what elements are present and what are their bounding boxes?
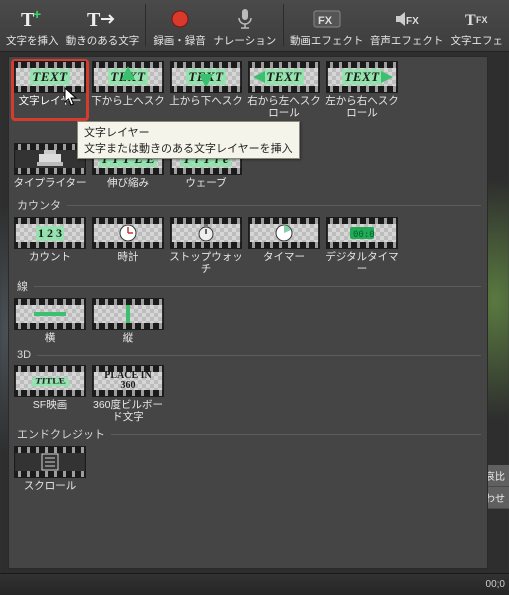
svg-text:T: T xyxy=(87,9,101,31)
text-effects-panel: TEXT文字レイヤーTEXT下から上へスクTEXT上から下へスクTEXT右から左… xyxy=(8,56,488,569)
effect-item[interactable]: PLACE IN360360度ビルボー ド文字 xyxy=(91,365,165,423)
end-credit-row: スクロール xyxy=(9,442,487,494)
tooltip: 文字レイヤー 文字または動きのある文字レイヤーを挿入 xyxy=(77,121,300,159)
section-3d-label: 3D xyxy=(17,349,31,361)
effect-item[interactable]: TEXT上から下へスク xyxy=(169,61,243,119)
effect-caption: SF映画 xyxy=(33,399,67,423)
status-text: 00;0 xyxy=(486,579,505,590)
effect-caption: 文字レイヤー xyxy=(19,95,82,119)
record-icon xyxy=(169,5,191,33)
insert-text-label: 文字を挿入 xyxy=(6,33,59,48)
effect-caption: カウント xyxy=(29,251,71,265)
section-end-credit: エンドクレジット xyxy=(9,423,487,442)
text-plus-icon: T+ xyxy=(19,5,45,33)
animated-text-button[interactable]: T 動きのある文字 xyxy=(63,3,143,49)
section-end-credit-label: エンドクレジット xyxy=(17,426,105,442)
text-fx-button[interactable]: TFX 文字エフェ xyxy=(447,3,508,49)
effect-item[interactable]: TEXT文字レイヤー xyxy=(13,61,87,119)
audio-fx-label: 音声エフェクト xyxy=(370,33,444,48)
effect-item[interactable]: タイプライター xyxy=(13,143,87,191)
svg-text:+: + xyxy=(33,7,41,22)
effect-caption: 上から下へスク xyxy=(169,95,243,119)
effect-item[interactable]: 時計 xyxy=(91,217,165,275)
effect-caption: デジタルタイマー xyxy=(325,251,399,275)
effect-caption: 縦 xyxy=(123,332,134,346)
main-toolbar: T+ 文字を挿入 T 動きのある文字 録画・録音 ナレーション FX 動画エフェ… xyxy=(0,0,509,52)
svg-text:T: T xyxy=(465,12,476,29)
tooltip-body: 文字または動きのある文字レイヤーを挿入 xyxy=(84,140,293,156)
toolbar-separator xyxy=(145,4,146,46)
effect-item[interactable]: TEXT左から右へスク ロール xyxy=(325,61,399,119)
toolbar-separator xyxy=(283,4,284,46)
effect-caption: 横 xyxy=(45,332,56,346)
svg-text:FX: FX xyxy=(318,15,333,27)
status-bar: 00;0 xyxy=(0,573,509,595)
insert-text-button[interactable]: T+ 文字を挿入 xyxy=(2,3,63,49)
audio-fx-icon: FX xyxy=(393,5,421,33)
effect-item[interactable]: TITLESF映画 xyxy=(13,365,87,423)
effect-caption: 下から上へスク xyxy=(91,95,165,119)
audio-fx-button[interactable]: FX 音声エフェクト xyxy=(367,3,447,49)
three-d-row: TITLESF映画PLACE IN360360度ビルボー ド文字 xyxy=(9,361,487,423)
effect-caption: ウェーブ xyxy=(185,177,226,191)
narration-label: ナレーション xyxy=(213,33,276,48)
effect-item[interactable]: 1 2 3カウント xyxy=(13,217,87,275)
record-label: 録画・録音 xyxy=(153,33,206,48)
narration-button[interactable]: ナレーション xyxy=(210,3,280,49)
text-motion-icon: T xyxy=(87,5,117,33)
text-fx-label: 文字エフェ xyxy=(451,33,504,48)
video-fx-label: 動画エフェクト xyxy=(290,33,364,48)
effect-caption: 時計 xyxy=(118,251,139,265)
line-row: 横縦 xyxy=(9,294,487,346)
effect-item[interactable]: TEXT下から上へスク xyxy=(91,61,165,119)
effect-caption: ストップウォッチ xyxy=(169,251,243,275)
svg-text:FX: FX xyxy=(476,15,488,25)
section-line-label: 線 xyxy=(17,278,28,294)
record-button[interactable]: 録画・録音 xyxy=(149,3,210,49)
effect-item[interactable]: 横 xyxy=(13,298,87,346)
effect-item[interactable]: タイマー xyxy=(247,217,321,275)
counter-row: 1 2 3カウント時計 ストップウォッチ タイマー 00:00 デジタルタイマー xyxy=(9,213,487,275)
effect-item[interactable]: 00:00 デジタルタイマー xyxy=(325,217,399,275)
section-line: 線 xyxy=(9,275,487,294)
microphone-icon xyxy=(235,5,255,33)
effect-caption: 左から右へスク ロール xyxy=(325,95,399,119)
video-fx-icon: FX xyxy=(313,5,341,33)
animated-text-label: 動きのある文字 xyxy=(66,33,140,48)
text-fx-icon: TFX xyxy=(464,5,490,33)
text-layer-row: TEXT文字レイヤーTEXT下から上へスクTEXT上から下へスクTEXT右から左… xyxy=(9,57,487,119)
effect-caption: タイプライター xyxy=(13,177,86,191)
effect-caption: 360度ビルボー ド文字 xyxy=(93,399,163,423)
effect-caption: スクロール xyxy=(24,480,77,494)
effect-caption: 伸び縮み xyxy=(107,177,149,191)
effect-item[interactable]: ストップウォッチ xyxy=(169,217,243,275)
effect-caption: タイマー xyxy=(263,251,305,265)
tooltip-title: 文字レイヤー xyxy=(84,124,293,140)
effect-item[interactable]: スクロール xyxy=(13,446,87,494)
svg-text:00:00: 00:00 xyxy=(353,230,375,240)
effect-item[interactable]: 縦 xyxy=(91,298,165,346)
section-3d: 3D xyxy=(9,346,487,361)
video-fx-button[interactable]: FX 動画エフェクト xyxy=(287,3,367,49)
svg-text:FX: FX xyxy=(406,16,419,27)
effect-caption: 右から左へスク ロール xyxy=(247,95,321,119)
effect-item[interactable]: TEXT右から左へスク ロール xyxy=(247,61,321,119)
section-counter-label: カウンタ xyxy=(17,197,61,213)
section-counter: カウンタ xyxy=(9,191,487,213)
